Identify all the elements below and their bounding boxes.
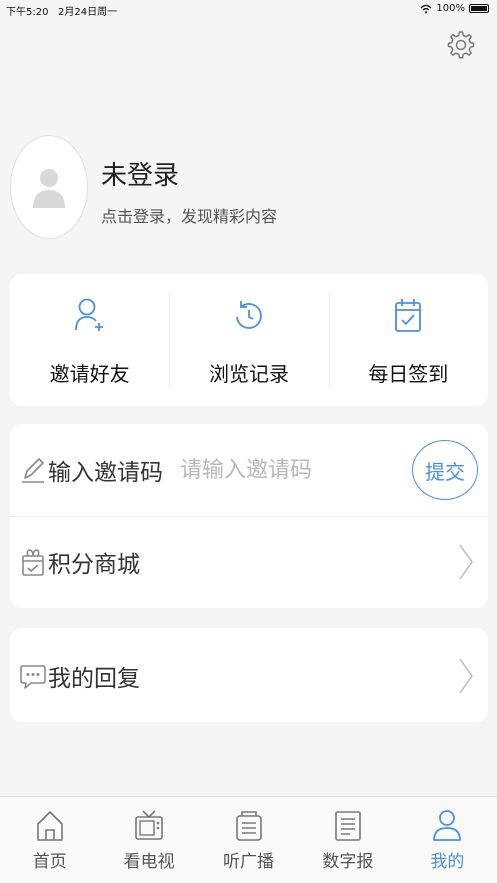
tab-mine[interactable]: 我的 — [398, 797, 497, 883]
invite-code-row: 输入邀请码 提交 — [10, 424, 488, 516]
tab-home-label: 首页 — [32, 852, 67, 872]
bottom-tab-bar: 首页 看电视 听广播 数字报 我的 — [0, 796, 497, 883]
invite-code-input[interactable] — [180, 450, 400, 490]
chevron-right-icon — [456, 656, 476, 696]
history-clock-icon — [231, 296, 267, 336]
add-user-icon — [72, 296, 108, 336]
replies-card: 我的回复 — [10, 628, 488, 722]
quick-actions-card: 邀请好友 浏览记录 每日签到 — [10, 274, 488, 406]
daily-checkin-button[interactable]: 每日签到 — [328, 274, 488, 406]
status-date: 2月24日周一 — [58, 7, 118, 18]
invite-friends-label: 邀请好友 — [49, 362, 130, 386]
calendar-check-icon — [390, 296, 426, 336]
browse-history-label: 浏览记录 — [208, 362, 289, 386]
tab-tv[interactable]: 看电视 — [99, 797, 198, 883]
tab-newspaper[interactable]: 数字报 — [298, 797, 397, 883]
login-status-title[interactable]: 未登录 — [101, 155, 179, 192]
gear-icon — [447, 31, 475, 59]
submit-button[interactable]: 提交 — [412, 440, 478, 500]
tab-radio-label: 听广播 — [223, 852, 275, 872]
login-prompt[interactable]: 点击登录，发现精彩内容 — [101, 203, 277, 227]
settings-button[interactable] — [446, 28, 476, 62]
invite-friends-button[interactable]: 邀请好友 — [10, 274, 169, 406]
tab-tv-label: 看电视 — [123, 852, 175, 872]
tv-icon — [132, 807, 166, 845]
tab-mine-label: 我的 — [430, 852, 465, 872]
battery-percent: 100% — [436, 3, 465, 14]
invite-mall-card: 输入邀请码 提交 积分商城 — [10, 424, 488, 608]
user-silhouette-icon — [33, 169, 65, 208]
status-left: 下午5:20 2月24日周一 — [6, 3, 117, 18]
browse-history-button[interactable]: 浏览记录 — [169, 274, 328, 406]
tab-radio[interactable]: 听广播 — [199, 797, 298, 883]
tab-home[interactable]: 首页 — [0, 797, 99, 883]
status-time: 下午5:20 — [6, 7, 49, 18]
wifi-icon — [420, 4, 432, 13]
my-replies-label: 我的回复 — [48, 666, 140, 692]
newspaper-icon — [331, 807, 365, 845]
invite-code-label: 输入邀请码 — [48, 460, 163, 486]
daily-checkin-label: 每日签到 — [368, 362, 449, 386]
points-mall-label: 积分商城 — [48, 552, 140, 578]
tab-newspaper-label: 数字报 — [322, 852, 374, 872]
home-icon — [33, 807, 67, 845]
person-icon — [430, 807, 464, 845]
my-replies-row[interactable]: 我的回复 — [10, 630, 488, 722]
gift-icon — [19, 546, 47, 578]
radio-icon — [232, 807, 266, 845]
battery-icon — [469, 4, 489, 13]
avatar[interactable] — [10, 135, 88, 239]
chevron-right-icon — [456, 542, 476, 582]
profile-section[interactable]: 未登录 点击登录，发现精彩内容 — [10, 135, 490, 240]
status-right: 100% — [420, 3, 489, 14]
status-bar: 下午5:20 2月24日周一 100% — [0, 0, 497, 18]
pencil-icon — [19, 454, 47, 486]
chat-bubble-icon — [19, 660, 47, 692]
points-mall-row[interactable]: 积分商城 — [10, 516, 488, 608]
